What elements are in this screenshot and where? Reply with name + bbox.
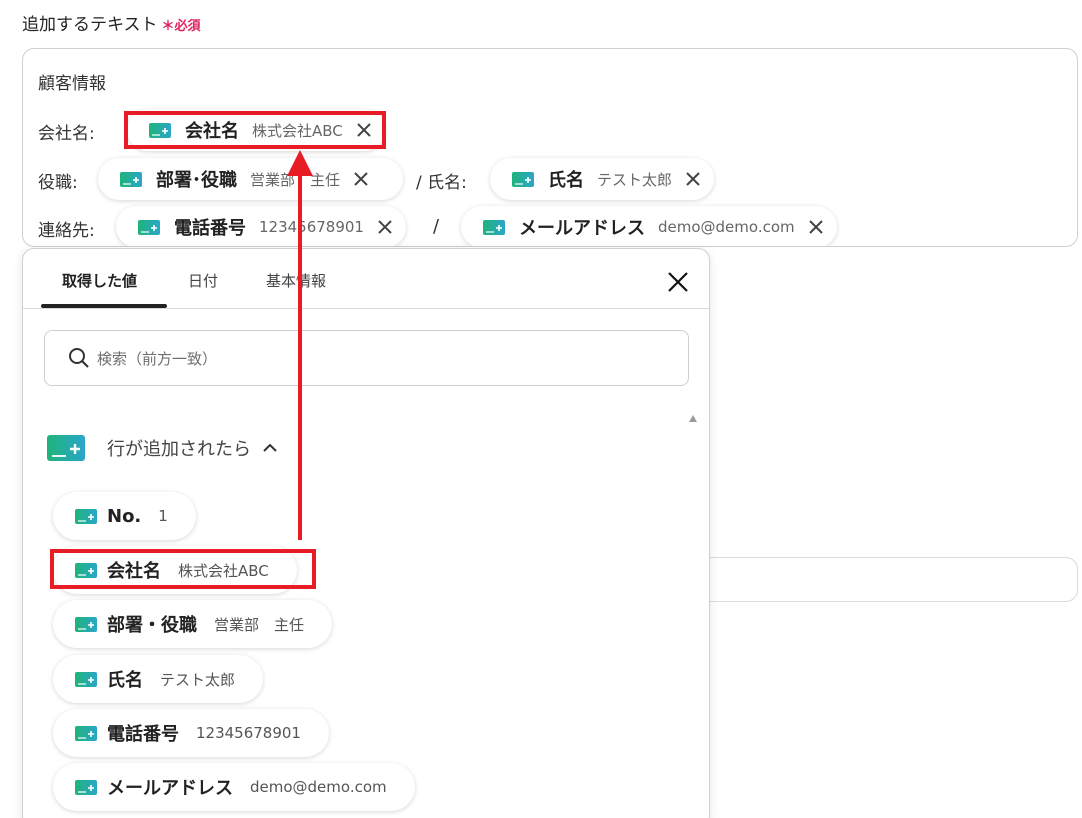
annotation-arrow [287,150,313,540]
page: 追加するテキスト ＊必須 顧客情報 会社名: 会社名 株式会社ABC 役職: 部署… [0,0,1082,818]
